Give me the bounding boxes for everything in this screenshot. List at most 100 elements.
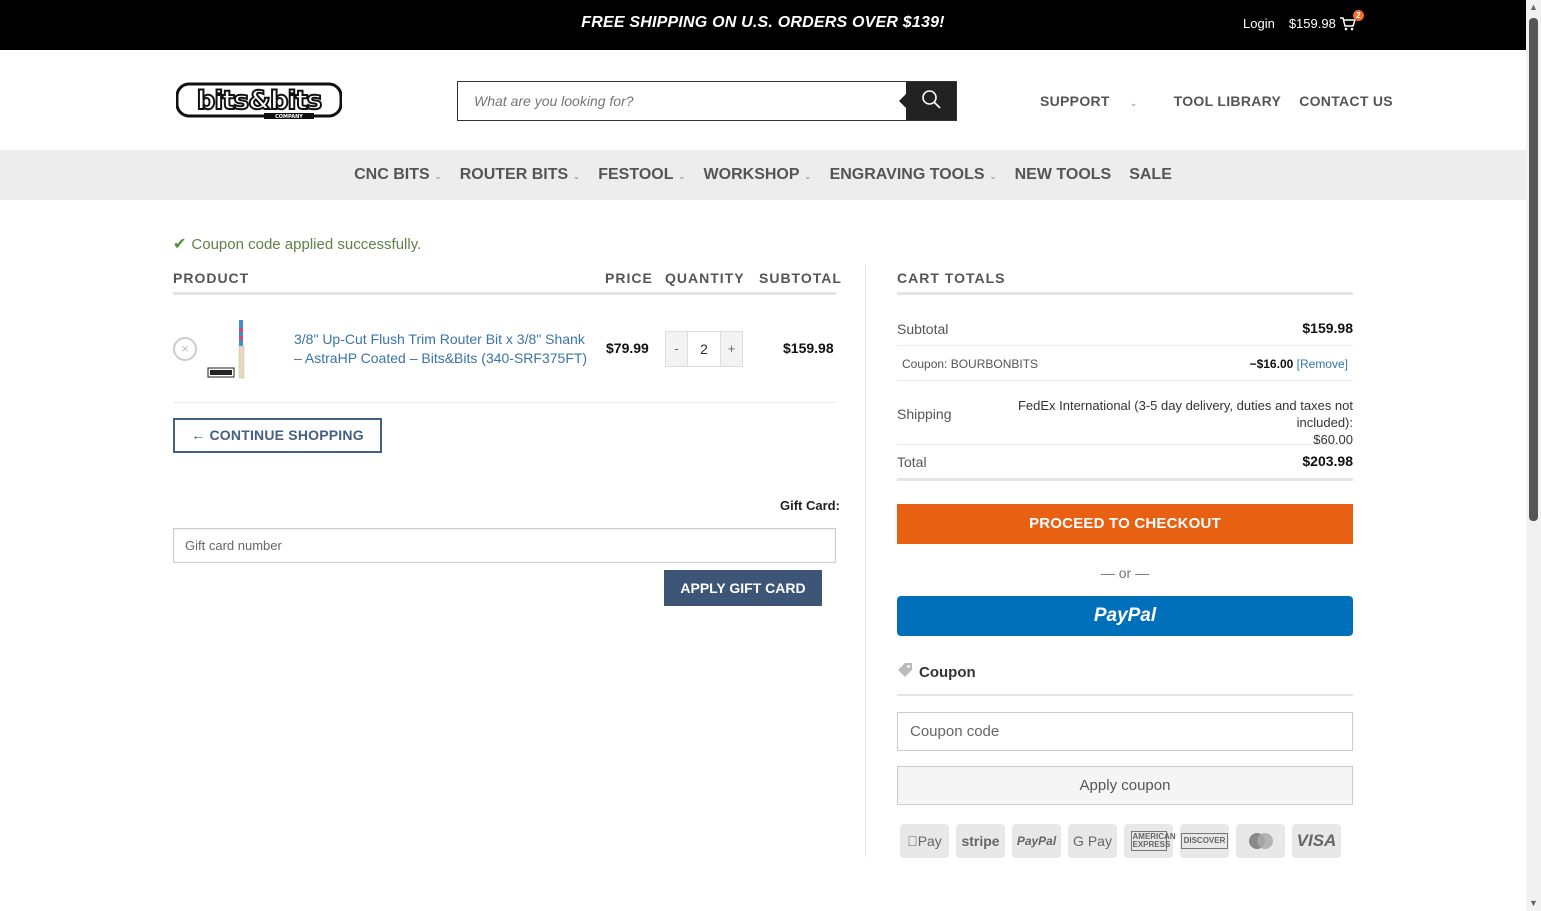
col-header-subtotal: SUBTOTAL [759,270,842,286]
applied-coupon-value: −$16.00 [Remove] [1180,357,1348,371]
chevron-down-icon: ⌄ [570,171,581,181]
svg-text:bits&bits: bits&bits [197,86,322,116]
shipping-method-name: FedEx International (3-5 day delivery, d… [1017,398,1353,430]
qty-input[interactable]: 2 [687,332,721,366]
cart-icon: 2 [1339,9,1364,31]
search-input[interactable] [458,82,906,120]
apple-pay-text: Pay [912,833,942,849]
discover-icon: DISCOVER [1180,824,1229,858]
google-pay-icon: G Pay [1068,824,1117,858]
col-header-price: PRICE [605,270,653,286]
account-cart-area: Login $159.98 2 [1243,9,1364,31]
tag-icon [897,662,913,682]
chevron-down-icon: ⌄ [986,171,997,181]
applied-coupon-label: Coupon: BOURBONBITS [902,357,1039,371]
total-value: $203.98 [1302,453,1353,469]
cart-totals-heading: CART TOTALS [897,270,1006,286]
mainnav-label: ENGRAVING TOOLS [829,166,985,183]
search-bar [457,81,957,121]
totals-header-divider [897,292,1353,295]
search-icon [921,89,941,114]
scroll-down-arrow-icon[interactable]: ▼ [1529,898,1538,908]
chevron-down-icon: ⌄ [1129,98,1138,108]
remove-coupon-link[interactable]: [Remove] [1297,357,1348,371]
row-divider [173,402,836,403]
chevron-down-icon: ⌄ [801,171,812,181]
continue-shopping-button[interactable]: ← CONTINUE SHOPPING [173,418,382,453]
visa-icon: VISA [1292,824,1341,858]
search-button[interactable] [899,82,956,120]
success-notice: ✔ Coupon code applied successfully. [173,234,421,254]
chevron-down-icon: ⌄ [675,171,686,181]
qty-increase-button[interactable]: + [721,332,742,366]
mainnav-cnc-bits[interactable]: CNC BITS ⌄ [354,166,442,184]
login-link[interactable]: Login [1243,16,1275,31]
amex-text: AMERICAN EXPRESS [1130,831,1176,851]
mastercard-icon [1236,824,1285,858]
header-nav: SUPPORT ⌄ TOOL LIBRARY CONTACT US [1040,93,1411,109]
shipping-cost: $60.00 [1313,432,1353,447]
total-divider [897,478,1353,481]
row-divider [897,345,1353,346]
notice-text: Coupon code applied successfully. [191,235,422,253]
subtotal-label: Subtotal [897,321,949,337]
coupon-discount: −$16.00 [1249,357,1294,371]
product-name-link[interactable]: 3/8" Up-Cut Flush Trim Router Bit x 3/8"… [294,330,594,368]
mainnav-router-bits[interactable]: ROUTER BITS ⌄ [460,166,581,184]
top-bar: FREE SHIPPING ON U.S. ORDERS OVER $139! … [0,0,1526,50]
site-logo[interactable]: bits&bits COMPANY [175,82,343,120]
cart-link[interactable]: $159.98 2 [1289,9,1364,31]
apply-coupon-button[interactable]: Apply coupon [897,766,1353,805]
product-price: $79.99 [606,340,649,356]
coupon-heading-text: Coupon [919,663,976,681]
mainnav-sale[interactable]: SALE [1129,166,1172,184]
gift-card-label: Gift Card: [780,498,840,513]
qty-decrease-button[interactable]: - [666,332,687,366]
scroll-up-arrow-icon[interactable]: ▲ [1529,2,1538,12]
mainnav-engraving-tools[interactable]: ENGRAVING TOOLS ⌄ [830,166,997,184]
apply-gift-card-button[interactable]: APPLY GIFT CARD [664,570,822,606]
product-subtotal: $159.98 [783,340,834,356]
apple-pay-icon: Pay [900,824,949,858]
svg-text:COMPANY: COMPANY [275,114,303,120]
proceed-to-checkout-button[interactable]: PROCEED TO CHECKOUT [897,504,1353,544]
col-header-quantity: QUANTITY [665,270,745,286]
paypal-icon: PayPal [1012,824,1061,858]
shipping-method: FedEx International (3-5 day delivery, d… [960,397,1353,448]
checkmark-icon: ✔ [173,236,187,253]
nav-tool-library[interactable]: TOOL LIBRARY [1174,93,1282,109]
quantity-stepper: - 2 + [665,331,743,367]
or-separator: — or — [1100,565,1150,581]
amex-icon: AMERICAN EXPRESS [1124,824,1176,858]
subtotal-value: $159.98 [1302,320,1353,336]
mainnav-festool[interactable]: FESTOOL ⌄ [598,166,685,184]
scrollbar-thumb[interactable] [1529,18,1538,521]
remove-item-button[interactable]: × [173,337,197,361]
payment-methods: Pay stripe PayPal G Pay AMERICAN EXPRES… [900,824,1348,858]
discover-text: DISCOVER [1180,833,1229,849]
chevron-down-icon: ⌄ [431,171,442,181]
mainnav-label: FESTOOL [598,166,674,183]
col-header-product: PRODUCT [173,270,250,286]
shipping-label: Shipping [897,406,952,422]
mainnav-label: ROUTER BITS [459,166,569,183]
gift-card-input[interactable]: Gift card number [173,528,836,563]
table-header-divider [173,292,836,295]
paypal-button[interactable]: PayPal [897,596,1353,636]
nav-contact-us[interactable]: CONTACT US [1299,93,1393,109]
mainnav-label: WORKSHOP [703,166,800,183]
stripe-icon: stripe [956,824,1005,858]
row-divider [897,444,1353,445]
product-thumbnail[interactable] [206,318,270,382]
nav-support-label: SUPPORT [1040,93,1110,109]
main-nav: CNC BITS ⌄ ROUTER BITS ⌄ FESTOOL ⌄ WORKS… [0,150,1526,200]
nav-support[interactable]: SUPPORT ⌄ [1040,93,1156,109]
coupon-code-input[interactable]: Coupon code [897,712,1353,751]
column-divider [865,265,866,857]
mainnav-new-tools[interactable]: NEW TOOLS [1015,166,1112,184]
row-divider [897,380,1353,381]
coupon-divider [897,694,1353,696]
mainnav-workshop[interactable]: WORKSHOP ⌄ [704,166,812,184]
mainnav-label: CNC BITS [354,166,430,183]
cart-count-badge: 2 [1352,9,1364,21]
